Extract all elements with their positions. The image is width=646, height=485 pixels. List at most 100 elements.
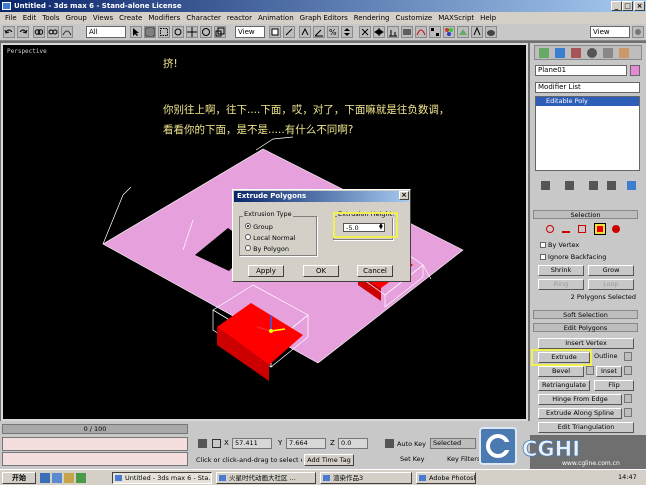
object-color-swatch[interactable] [630, 65, 640, 76]
scale-icon[interactable] [214, 26, 226, 38]
outline-settings-icon[interactable] [624, 352, 632, 361]
menu-group[interactable]: Group [63, 12, 90, 24]
render-scene-icon[interactable] [457, 26, 469, 38]
flip-button[interactable]: Flip [594, 380, 634, 391]
menu-character[interactable]: Character [183, 12, 224, 24]
apply-button[interactable]: Apply [248, 265, 284, 277]
remove-modifier-icon[interactable] [607, 181, 616, 190]
menu-maxscript[interactable]: MAXScript [435, 12, 477, 24]
task-photoshop[interactable]: Adobe Photoshop [416, 472, 476, 484]
loop-button[interactable]: Loop [588, 279, 634, 290]
undo-icon[interactable] [3, 26, 15, 38]
retriangulate-button[interactable]: Retriangulate [538, 380, 590, 391]
bind-space-warp-icon[interactable] [61, 26, 73, 38]
dialog-close-button[interactable]: × [399, 191, 409, 200]
display-tab-icon[interactable] [603, 48, 613, 58]
maxscript-output-mini[interactable] [2, 452, 188, 466]
option-local-normal[interactable]: Local Normal [245, 233, 296, 244]
create-tab-icon[interactable] [539, 48, 549, 58]
reference-coord-dropdown[interactable]: View [235, 26, 265, 38]
shrink-button[interactable]: Shrink [538, 265, 584, 276]
menu-views[interactable]: Views [90, 12, 116, 24]
snap-toggle-icon[interactable] [299, 26, 311, 38]
selection-filter-dropdown[interactable]: All [86, 26, 126, 38]
percent-snap-icon[interactable]: % [327, 26, 339, 38]
window-crossing-icon[interactable] [172, 26, 184, 38]
select-object-icon[interactable] [130, 26, 142, 38]
render-teapot-icon[interactable] [485, 26, 497, 38]
option-group[interactable]: Group [245, 222, 296, 233]
redo-icon[interactable] [17, 26, 29, 38]
move-icon[interactable] [186, 26, 198, 38]
modify-tab-icon[interactable] [555, 48, 565, 58]
configure-modifier-sets-icon[interactable] [627, 181, 636, 190]
maximize-button[interactable]: □ [622, 1, 633, 11]
stack-item-editable-poly[interactable]: Editable Poly [536, 97, 639, 106]
insert-vertex-button[interactable]: Insert Vertex [538, 338, 634, 349]
named-selection-icon[interactable] [359, 26, 371, 38]
inset-settings-icon[interactable] [624, 366, 632, 375]
extrude-spline-settings-icon[interactable] [624, 408, 632, 417]
menu-modifiers[interactable]: Modifiers [145, 12, 183, 24]
schematic-view-icon[interactable] [429, 26, 441, 38]
make-unique-icon[interactable] [589, 181, 598, 190]
key-mode-icon[interactable] [385, 439, 394, 448]
rotate-icon[interactable] [200, 26, 212, 38]
curve-editor-icon[interactable] [415, 26, 427, 38]
show-end-result-icon[interactable] [565, 181, 574, 190]
by-vertex-check[interactable]: By Vertex [540, 241, 579, 249]
ignore-backfacing-check[interactable]: Ignore Backfacing [540, 253, 606, 261]
edge-mode-icon[interactable] [562, 225, 570, 233]
hinge-from-edge-button[interactable]: Hinge From Edge [538, 394, 622, 405]
auto-key-button[interactable]: Auto Key [397, 440, 426, 448]
menu-edit[interactable]: Edit [20, 12, 40, 24]
maxscript-listener-mini[interactable] [2, 437, 188, 451]
quick-render-icon[interactable] [471, 26, 483, 38]
motion-tab-icon[interactable] [587, 48, 597, 58]
x-coordinate-field[interactable]: 57.411 [232, 438, 272, 449]
bevel-button[interactable]: Bevel [538, 366, 584, 377]
start-button[interactable]: 开始 [2, 472, 36, 484]
menu-tools[interactable]: Tools [39, 12, 62, 24]
polygon-mode-icon[interactable] [594, 223, 606, 235]
mirror-icon[interactable] [373, 26, 385, 38]
object-name-field[interactable]: Plane01 [535, 65, 627, 76]
menu-customize[interactable]: Customize [392, 12, 435, 24]
menu-file[interactable]: File [2, 12, 20, 24]
z-coordinate-field[interactable]: 0.0 [338, 438, 368, 449]
selection-rollout-header[interactable]: Selection [533, 210, 638, 219]
radio-local-normal-icon[interactable] [245, 234, 251, 240]
task-3dsmax[interactable]: Untitled - 3ds max 6 - Sta... [112, 472, 212, 484]
menu-reactor[interactable]: reactor [224, 12, 255, 24]
absolute-mode-icon[interactable] [212, 439, 221, 448]
spinner-snap-icon[interactable] [341, 26, 353, 38]
set-key-button[interactable]: Set Key [400, 455, 425, 463]
menu-graph-editors[interactable]: Graph Editors [297, 12, 351, 24]
quick-launch-ie-icon[interactable] [40, 473, 50, 483]
minimize-button[interactable]: _ [611, 1, 622, 11]
unlink-icon[interactable] [47, 26, 59, 38]
pin-stack-icon[interactable] [541, 181, 550, 190]
border-mode-icon[interactable] [578, 225, 586, 233]
radio-group-icon[interactable] [245, 223, 251, 229]
cancel-button[interactable]: Cancel [357, 265, 393, 277]
menu-create[interactable]: Create [116, 12, 145, 24]
render-type-dropdown[interactable]: View [590, 26, 630, 38]
ring-button[interactable]: Ring [538, 279, 584, 290]
task-forum[interactable]: 火星时代动画大社区 ... [216, 472, 316, 484]
radio-by-polygon-icon[interactable] [245, 245, 251, 251]
rectangle-region-icon[interactable] [158, 26, 170, 38]
element-mode-icon[interactable] [612, 225, 620, 233]
soft-selection-rollout-header[interactable]: Soft Selection [533, 310, 638, 319]
lock-selection-icon[interactable] [198, 439, 207, 448]
angle-snap-icon[interactable] [313, 26, 325, 38]
add-time-tag-button[interactable]: Add Time Tag [304, 454, 354, 466]
menu-animation[interactable]: Animation [255, 12, 297, 24]
task-render[interactable]: 渲染作品3 [320, 472, 412, 484]
key-set-dropdown[interactable]: Selected [430, 438, 476, 449]
extrude-along-spline-button[interactable]: Extrude Along Spline [538, 408, 622, 419]
utilities-tab-icon[interactable] [619, 48, 629, 58]
hierarchy-tab-icon[interactable] [571, 48, 581, 58]
pivot-center-icon[interactable] [269, 26, 281, 38]
modifier-list-dropdown[interactable]: Modifier List [535, 82, 640, 93]
